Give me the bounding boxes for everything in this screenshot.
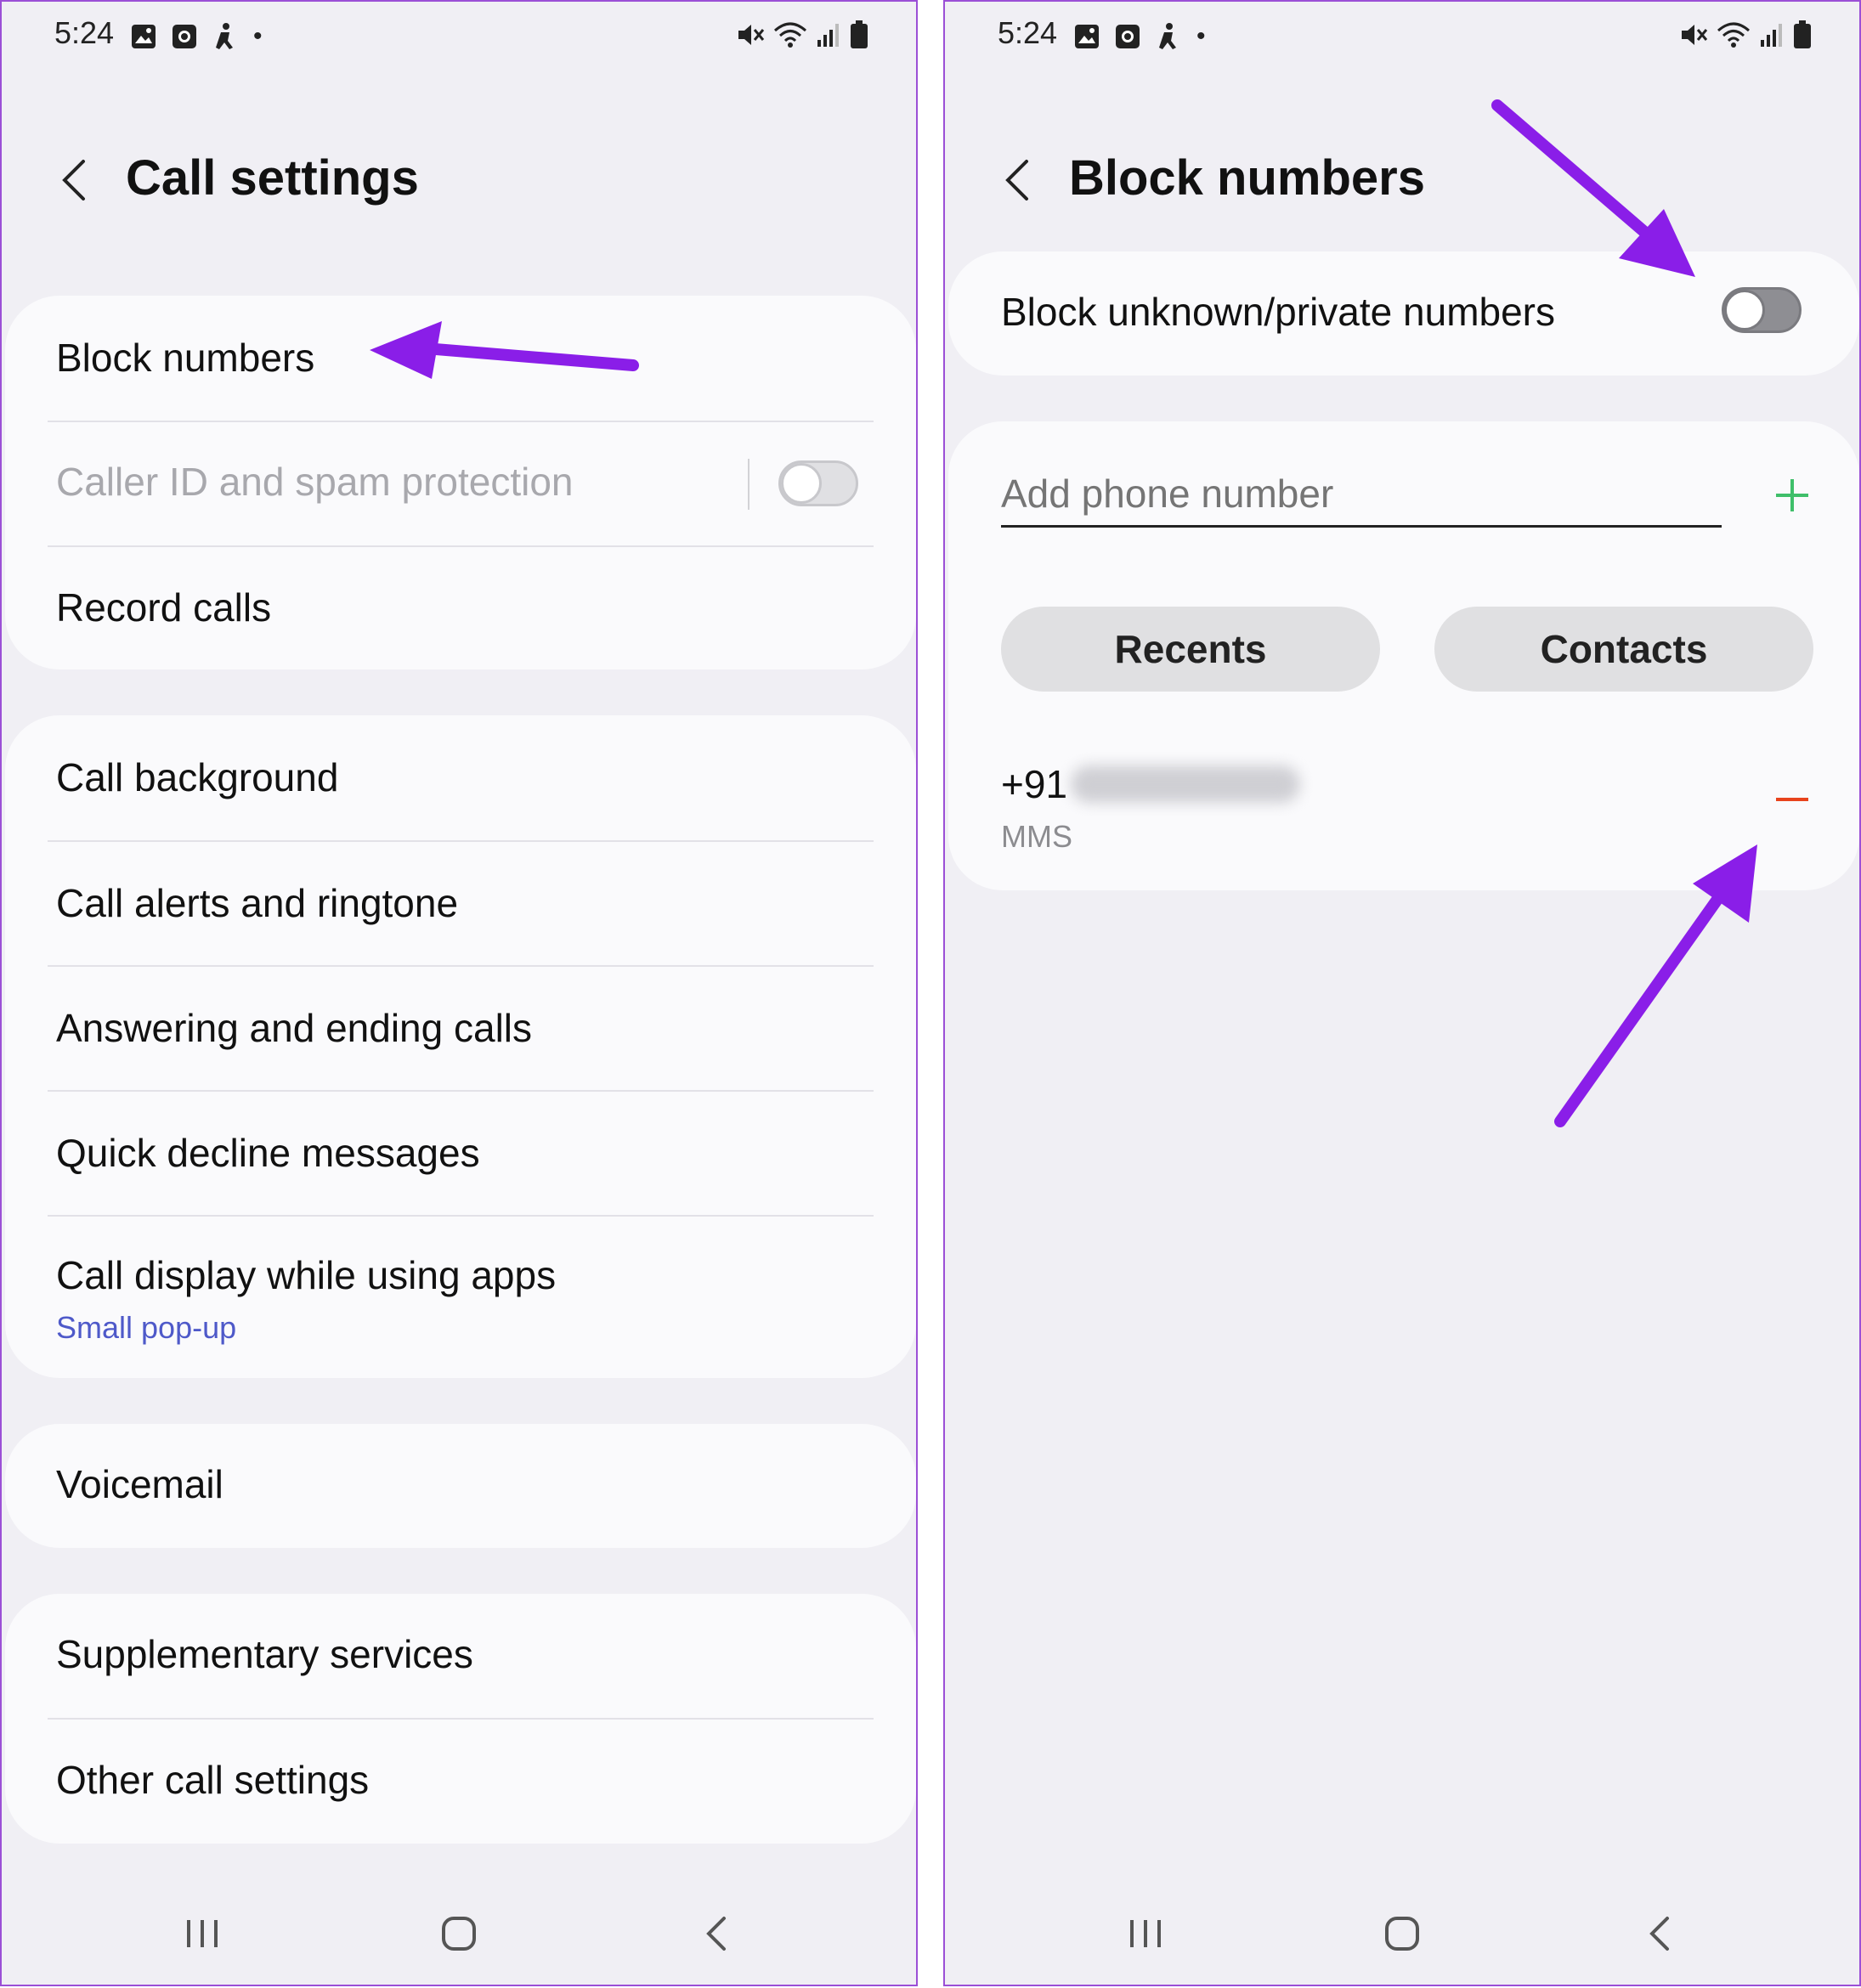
gallery-icon: [1075, 25, 1099, 48]
block-numbers-item[interactable]: Block numbers: [56, 335, 874, 381]
signal-icon: [817, 24, 839, 47]
back-arrow-icon[interactable]: [49, 155, 100, 206]
status-time: 5:24: [998, 15, 1058, 50]
caller-id-label: Caller ID and spam protection: [56, 460, 574, 504]
add-number-card: Recents Contacts +91 MMS: [948, 421, 1859, 890]
other-call-settings-item[interactable]: Other call settings: [56, 1757, 874, 1803]
toggle-knob: [1724, 290, 1765, 330]
divider: [48, 421, 874, 422]
block-unknown-label: Block unknown/private numbers: [1001, 290, 1555, 334]
answering-label: Answering and ending calls: [56, 1006, 533, 1050]
settings-group-other: Supplementary services Other call settin…: [5, 1594, 916, 1844]
block-unknown-toggle[interactable]: [1722, 287, 1802, 333]
call-background-item[interactable]: Call background: [56, 754, 874, 800]
other-call-settings-label: Other call settings: [56, 1758, 370, 1802]
battery-icon: [851, 20, 868, 48]
page-title: Call settings: [126, 150, 419, 206]
wifi-icon: [774, 22, 806, 48]
screenshot-icon: [1116, 25, 1140, 48]
add-phone-number-input[interactable]: [1001, 462, 1722, 528]
toggle-separator: [748, 459, 749, 510]
call-alerts-item[interactable]: Call alerts and ringtone: [56, 880, 874, 926]
call-background-label: Call background: [56, 755, 339, 799]
divider: [48, 1718, 874, 1720]
supplementary-item[interactable]: Supplementary services: [56, 1631, 874, 1677]
header: Block numbers: [945, 138, 1859, 231]
call-display-item[interactable]: Call display while using apps Small pop-…: [56, 1252, 874, 1346]
quick-decline-item[interactable]: Quick decline messages: [56, 1130, 874, 1176]
voicemail-label: Voicemail: [56, 1462, 223, 1506]
accessibility-icon: [1159, 23, 1176, 49]
settings-group-blocking: Block numbers Caller ID and spam protect…: [5, 296, 916, 669]
wifi-icon: [1717, 22, 1750, 48]
page-title: Block numbers: [1069, 150, 1425, 206]
back-icon[interactable]: [1626, 1908, 1694, 1959]
status-bar: 5:24 •: [2, 2, 916, 70]
blocked-number-type: MMS: [1001, 819, 1072, 854]
divider: [48, 965, 874, 967]
back-icon[interactable]: [683, 1908, 751, 1959]
settings-group-voicemail: Voicemail: [5, 1424, 916, 1548]
call-alerts-label: Call alerts and ringtone: [56, 881, 459, 925]
block-unknown-item[interactable]: Block unknown/private numbers: [1001, 289, 1817, 335]
quick-decline-label: Quick decline messages: [56, 1131, 480, 1175]
battery-icon: [1794, 20, 1811, 48]
divider: [48, 1090, 874, 1092]
call-display-value: Small pop-up: [56, 1310, 237, 1345]
divider: [48, 545, 874, 547]
blocked-number: +91: [1001, 761, 1783, 807]
recent-apps-icon[interactable]: [1112, 1908, 1179, 1959]
record-calls-label: Record calls: [56, 585, 272, 630]
gallery-icon: [132, 25, 156, 48]
voicemail-item[interactable]: Voicemail: [56, 1461, 874, 1507]
call-settings-screen: 5:24 • Call settings Block numbers Calle…: [0, 0, 918, 1986]
notification-dot: •: [1196, 22, 1206, 50]
blocked-number-prefix: +91: [1001, 762, 1068, 806]
home-icon[interactable]: [1368, 1908, 1436, 1959]
navigation-bar: [945, 1883, 1859, 1985]
caller-id-toggle[interactable]: [778, 460, 858, 506]
recent-apps-icon[interactable]: [168, 1908, 236, 1959]
contacts-button[interactable]: Contacts: [1434, 607, 1813, 692]
accessibility-icon: [216, 23, 233, 49]
block-unknown-card: Block unknown/private numbers: [948, 251, 1859, 376]
divider: [48, 1215, 874, 1217]
minus-icon[interactable]: [1771, 787, 1813, 812]
status-bar: 5:24 •: [945, 2, 1859, 70]
mute-icon: [1682, 25, 1708, 45]
header: Call settings: [2, 138, 916, 231]
settings-group-calls: Call background Call alerts and ringtone…: [5, 715, 916, 1378]
block-numbers-label: Block numbers: [56, 336, 315, 380]
home-icon[interactable]: [425, 1908, 493, 1959]
toggle-knob: [781, 463, 822, 504]
call-display-label: Call display while using apps: [56, 1253, 557, 1297]
divider: [48, 840, 874, 842]
block-numbers-screen: 5:24 • Block numbers Block unknown/priva…: [943, 0, 1861, 1986]
answering-item[interactable]: Answering and ending calls: [56, 1005, 874, 1051]
record-calls-item[interactable]: Record calls: [56, 585, 874, 630]
recents-button[interactable]: Recents: [1001, 607, 1380, 692]
status-time: 5:24: [54, 15, 115, 50]
screenshot-icon: [173, 25, 196, 48]
navigation-bar: [2, 1883, 916, 1985]
notification-dot: •: [253, 22, 263, 50]
back-arrow-icon[interactable]: [993, 155, 1044, 206]
mute-icon: [738, 25, 765, 45]
redacted-number: [1071, 765, 1301, 803]
signal-icon: [1761, 24, 1782, 47]
supplementary-label: Supplementary services: [56, 1632, 473, 1676]
plus-icon[interactable]: [1771, 474, 1813, 517]
caller-id-item[interactable]: Caller ID and spam protection: [56, 459, 874, 505]
blocked-number-item[interactable]: +91 MMS: [1001, 761, 1783, 863]
